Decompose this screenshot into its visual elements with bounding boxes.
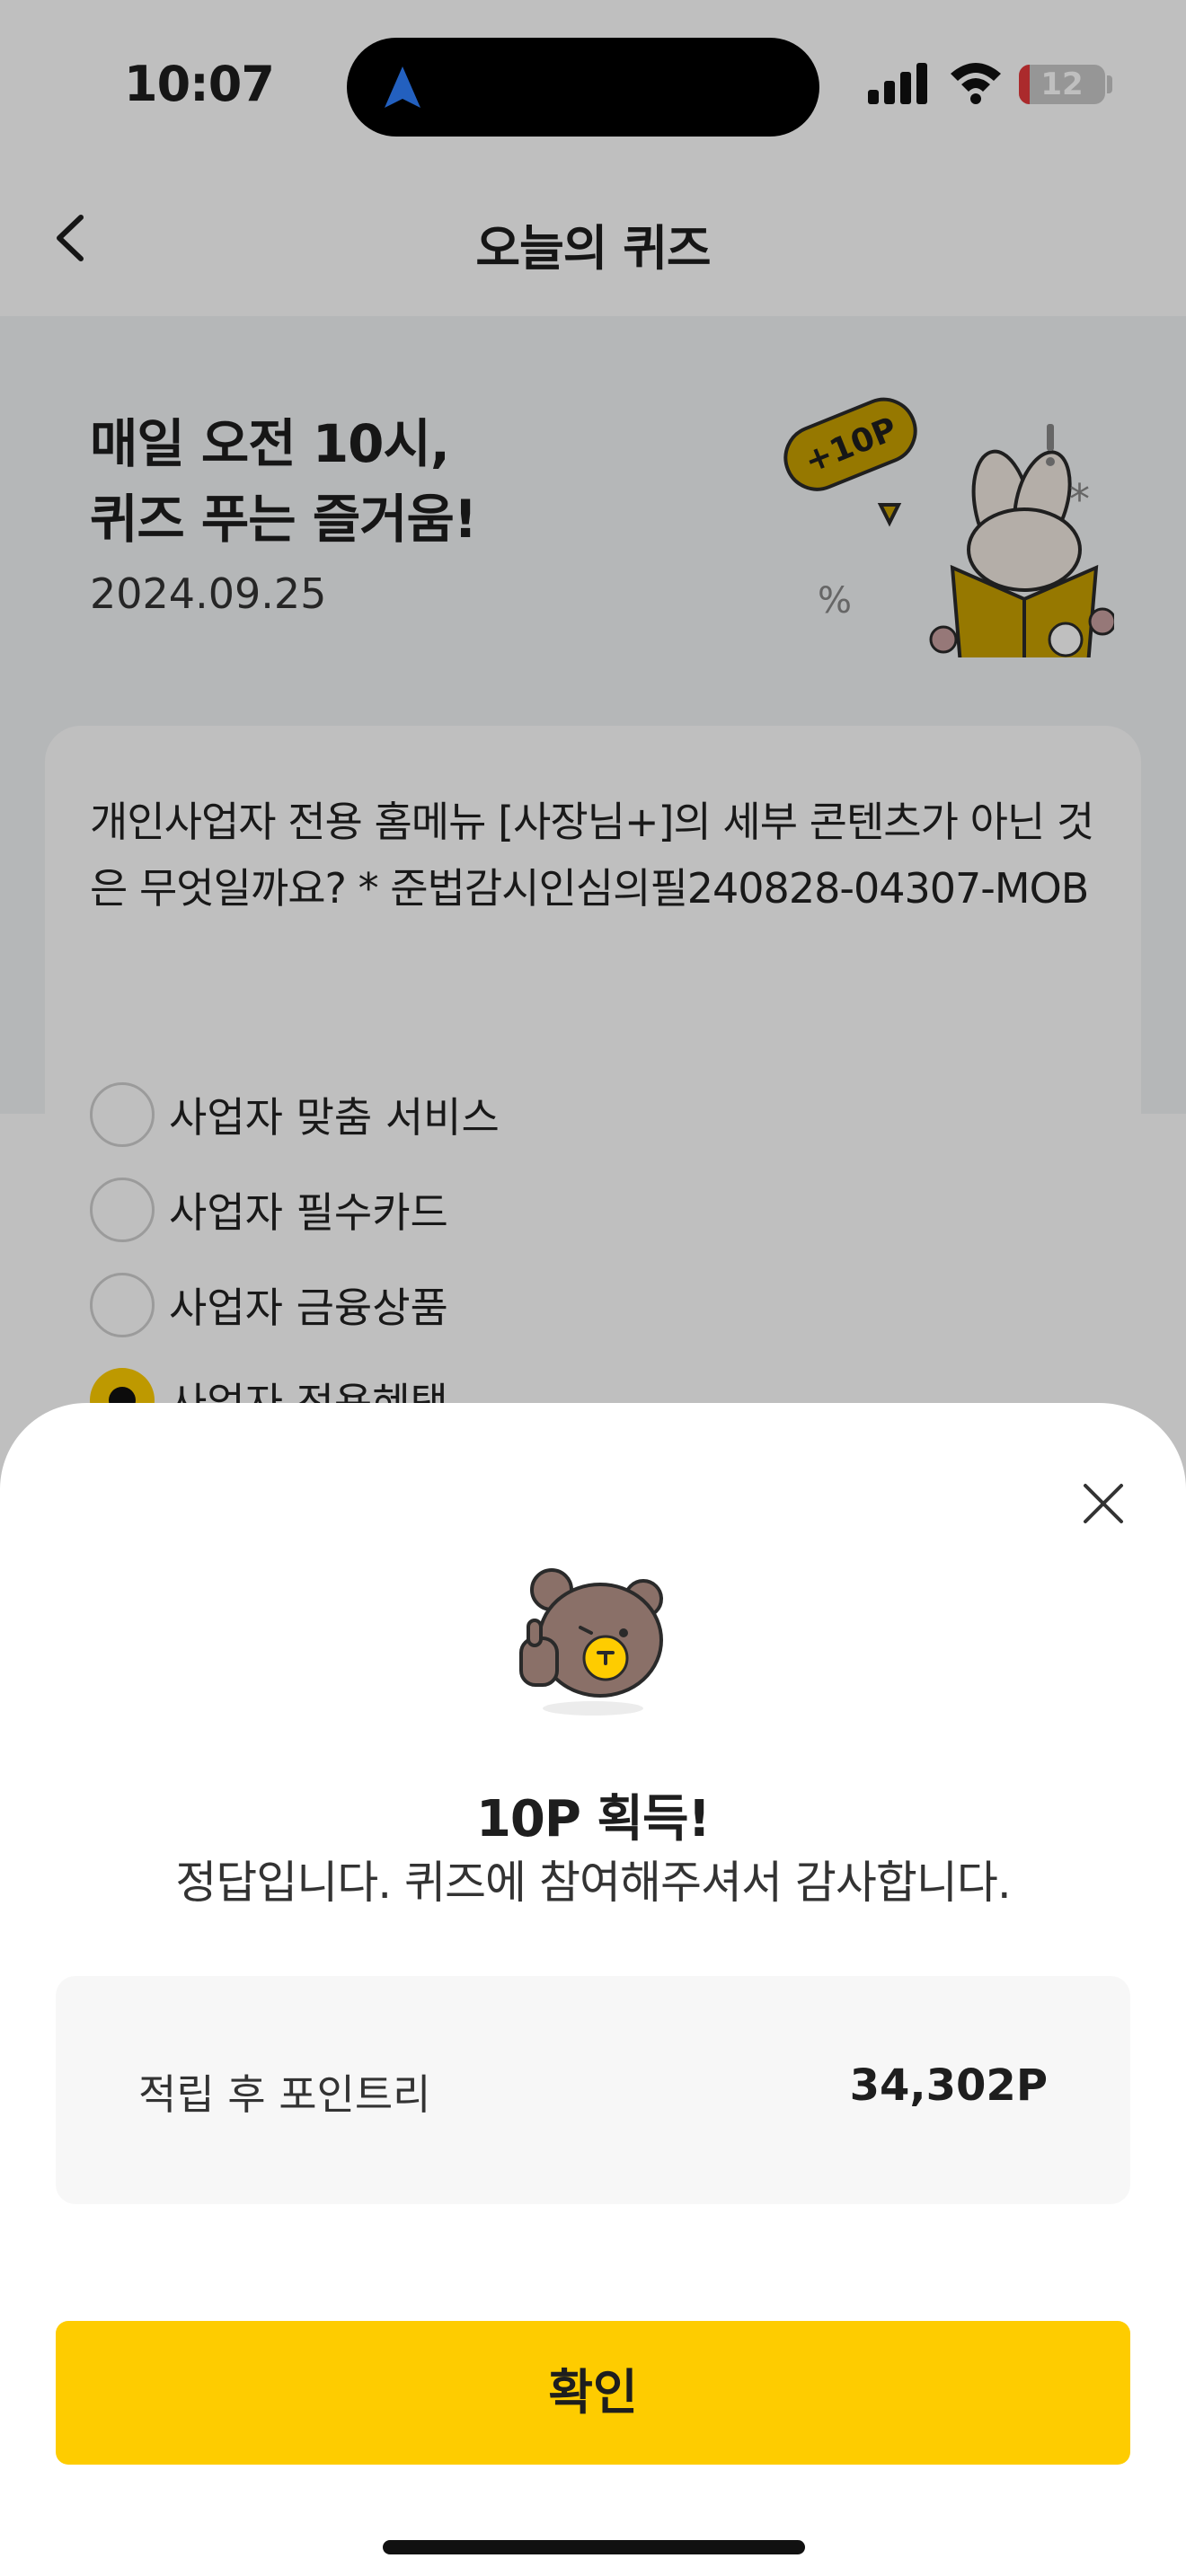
reward-title: 10P 획득! xyxy=(475,1790,711,1848)
confirm-button[interactable]: 확인 xyxy=(56,2321,1130,2465)
reward-bottom-sheet: 10P 획득! 정답입니다. 퀴즈에 참여해주셔서 감사합니다. 적립 후 포인… xyxy=(0,1403,1186,2576)
points-label: 적립 후 포인트리 xyxy=(138,2070,431,2119)
points-summary: 적립 후 포인트리 34,302P xyxy=(56,1976,1130,2204)
close-icon[interactable] xyxy=(1076,1477,1130,1531)
points-value: 34,302P xyxy=(849,2060,1048,2111)
reward-message: 정답입니다. 퀴즈에 참여해주셔서 감사합니다. xyxy=(175,1857,1011,1909)
home-indicator[interactable] xyxy=(383,2540,805,2554)
bear-thumbs-up-icon xyxy=(519,1568,663,1716)
